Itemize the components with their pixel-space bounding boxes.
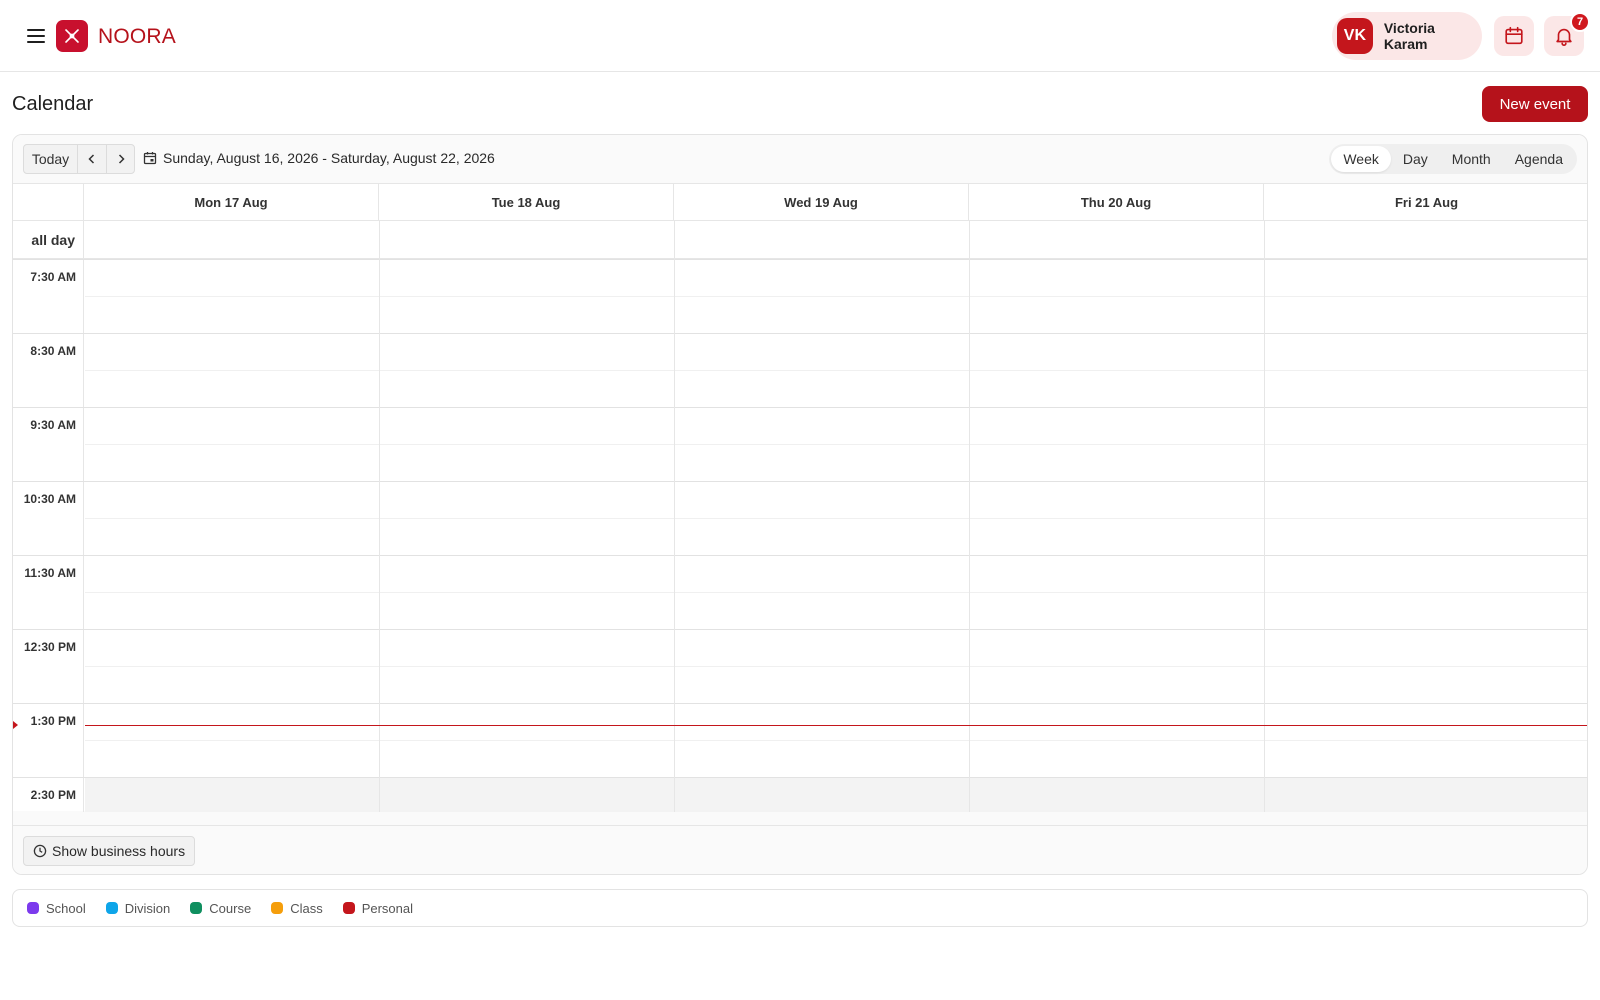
day-header[interactable]: Thu 20 Aug [969,184,1264,221]
day-header[interactable]: Wed 19 Aug [674,184,969,221]
legend-item-school: School [27,901,86,916]
today-button[interactable]: Today [24,145,78,173]
legend-label: Personal [361,900,414,916]
calendar-button[interactable] [1494,16,1534,56]
previous-week-button[interactable] [78,145,106,173]
time-label: 9:30 AM [30,418,76,432]
time-slot[interactable] [85,296,1587,333]
view-week-button[interactable]: Week [1331,146,1391,172]
legend-dot [105,902,118,914]
business-hours-label: Show business hours [52,843,186,859]
legend-label: School [46,900,86,916]
day-column-divider [969,221,970,812]
current-time-indicator [85,725,1587,726]
logo-icon [56,20,88,52]
day-header[interactable]: Fri 21 Aug [1264,184,1587,221]
view-month-button[interactable]: Month [1440,146,1503,172]
time-slot[interactable] [13,259,1587,296]
week-grid: Mon 17 Aug Tue 18 Aug Wed 19 Aug Thu 20 … [13,183,1587,814]
time-slot[interactable] [85,740,1587,777]
legend-item-course: Course [190,901,251,916]
time-label: 10:30 AM [23,492,76,506]
new-event-button[interactable]: New event [1482,86,1588,122]
view-day-button[interactable]: Day [1391,146,1440,172]
time-label: 11:30 AM [24,566,76,580]
chevron-left-icon [88,154,95,164]
legend-dot [342,902,355,914]
view-switcher: Week Day Month Agenda [1329,144,1577,174]
legend-item-class: Class [271,901,323,916]
day-header[interactable]: Mon 17 Aug [84,184,379,221]
legend-item-division: Division [105,900,171,916]
day-header-row: Mon 17 Aug Tue 18 Aug Wed 19 Aug Thu 20 … [13,184,1587,221]
date-range-text: Sunday, August 16, 2026 - Saturday, Augu… [163,150,495,166]
date-navigation: Today [23,144,135,174]
time-gutter-header [13,184,84,221]
time-slot[interactable] [13,629,1587,666]
calendar-small-icon [143,152,157,165]
time-label: 1:30 PM [30,714,76,728]
time-slot[interactable] [13,777,1587,814]
time-slot[interactable] [13,407,1587,444]
calendar-footer: Show business hours [13,825,1587,874]
all-day-label: all day [13,221,84,259]
time-slot[interactable] [85,370,1587,407]
day-column-divider [1264,221,1265,812]
show-business-hours-button[interactable]: Show business hours [23,836,196,866]
legend-item-personal: Personal [342,900,414,916]
time-slot[interactable] [13,555,1587,592]
day-column-divider [379,221,380,812]
time-label: 12:30 PM [23,640,76,654]
view-agenda-button[interactable]: Agenda [1503,146,1575,172]
time-slot[interactable] [85,444,1587,481]
calendar-legend: School Division Course Class Personal [12,889,1588,927]
legend-label: Course [209,900,252,916]
time-slot[interactable] [13,333,1587,370]
calendar-toolbar: Today Sunday, August 16, 2026 - Saturday… [13,135,1587,183]
user-name: Victoria Karam [1383,20,1435,52]
day-header[interactable]: Tue 18 Aug [379,184,674,221]
all-day-row[interactable]: all day [13,221,1587,259]
time-label: 2:30 PM [30,788,76,802]
calendar-icon [1505,26,1523,45]
next-week-button[interactable] [106,145,134,173]
time-slot[interactable] [85,666,1587,703]
day-column-divider [674,221,675,812]
legend-label: Class [290,900,323,916]
calendar-panel: Today Sunday, August 16, 2026 - Saturday… [12,134,1588,875]
page-title: Calendar [12,93,94,115]
user-profile-button[interactable]: VK Victoria Karam [1332,12,1482,60]
top-bar: NOORA VK Victoria Karam 7 [0,0,1600,72]
legend-dot [27,902,39,914]
current-time-marker [13,721,18,729]
time-slot[interactable] [13,703,1587,740]
time-label: 8:30 AM [30,344,76,358]
time-label: 7:30 AM [30,270,76,284]
brand-name: NOORA [98,25,177,48]
avatar: VK [1337,18,1373,54]
legend-dot [271,902,284,914]
legend-dot [190,902,203,914]
time-slot[interactable] [85,592,1587,629]
notifications-button[interactable]: 7 [1544,12,1590,56]
date-range-picker[interactable]: Sunday, August 16, 2026 - Saturday, Augu… [143,150,495,166]
time-slot[interactable] [85,518,1587,555]
menu-icon[interactable] [24,24,48,48]
legend-label: Division [124,900,171,916]
chevron-right-icon [118,154,125,164]
time-slot[interactable] [13,481,1587,518]
clock-icon [33,844,47,858]
notification-badge: 7 [1570,12,1590,32]
